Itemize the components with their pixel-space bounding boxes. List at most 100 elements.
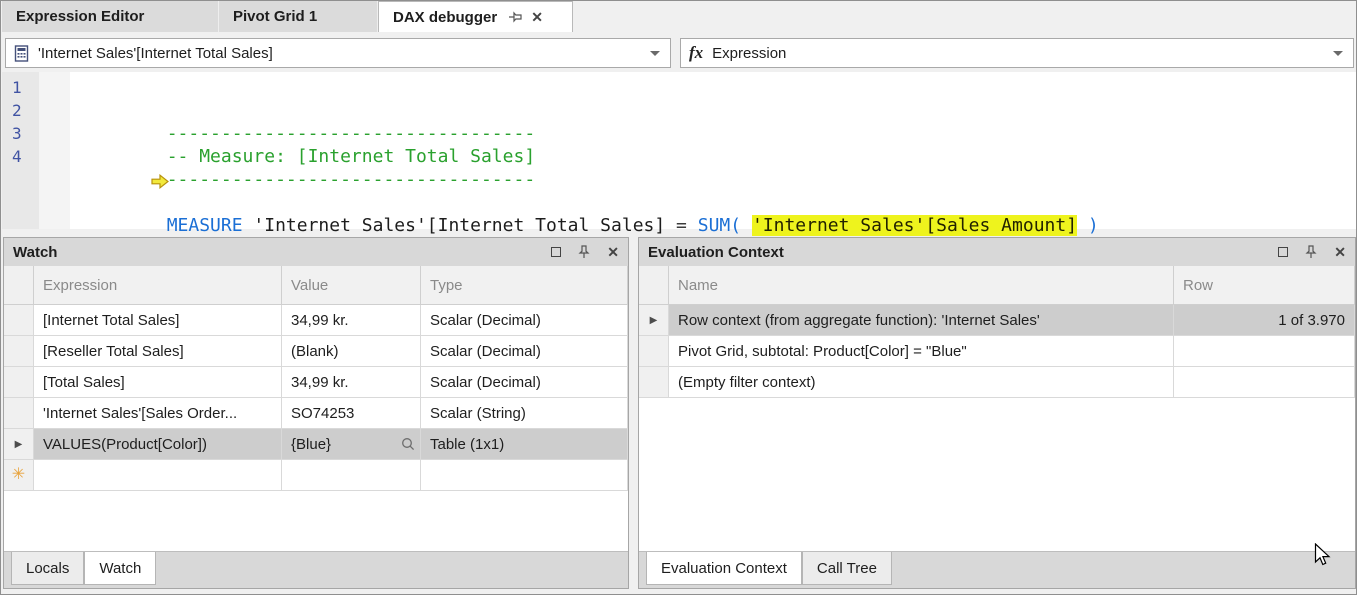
watch-panel-tabstrip: Locals Watch — [4, 551, 628, 588]
watch-value-text: {Blue} — [291, 436, 331, 453]
close-icon[interactable]: ✕ — [1334, 244, 1346, 261]
watch-row[interactable]: [Total Sales] 34,99 kr. Scalar (Decimal) — [4, 367, 628, 398]
close-icon[interactable]: ✕ — [531, 9, 543, 26]
evaluation-context-title: Evaluation Context — [648, 244, 784, 261]
watch-window-icons: ✕ — [551, 244, 619, 261]
column-header-row[interactable]: Row — [1174, 266, 1355, 304]
current-row-arrow-icon: ▶ — [650, 315, 658, 326]
watch-cell-value[interactable]: SO74253 — [282, 398, 421, 428]
dax-debugger-window: Expression Editor Pivot Grid 1 DAX debug… — [0, 0, 1357, 595]
evaluation-context-window-icons: ✕ — [1278, 244, 1346, 261]
measure-combobox-value: 'Internet Sales'[Internet Total Sales] — [38, 45, 273, 62]
comment-token: ---------------------------------- — [167, 169, 535, 190]
evaluation-context-titlebar[interactable]: Evaluation Context ✕ — [639, 238, 1355, 266]
current-statement-arrow-icon — [43, 149, 169, 218]
line-number: 4 — [12, 145, 38, 168]
highlighted-expression-token: 'Internet Sales'[Sales Amount] — [752, 215, 1077, 236]
tab-evaluation-context[interactable]: Evaluation Context — [646, 552, 802, 585]
maximize-icon[interactable] — [551, 247, 561, 257]
watch-panel: Watch ✕ Expression Value Type [Internet … — [3, 237, 629, 589]
watch-cell-expression[interactable]: 'Internet Sales'[Sales Order... — [34, 398, 282, 428]
code-line-3: 3 ---------------------------------- — [2, 122, 1357, 145]
column-header-type[interactable]: Type — [421, 266, 628, 304]
watch-cell-expression[interactable]: VALUES(Product[Color]) — [34, 429, 282, 459]
watch-titlebar[interactable]: Watch ✕ — [4, 238, 628, 266]
watch-row[interactable]: [Internet Total Sales] 34,99 kr. Scalar … — [4, 305, 628, 336]
watch-cell-expression[interactable]: [Reseller Total Sales] — [34, 336, 282, 366]
watch-grid-header: Expression Value Type — [4, 266, 628, 305]
watch-row-selected[interactable]: ▶ VALUES(Product[Color]) {Blue} Table (1… — [4, 429, 628, 460]
calculator-icon — [14, 45, 29, 62]
evaluation-grid-header: Name Row — [639, 266, 1355, 305]
watch-cell-type — [421, 460, 628, 490]
tab-expression-editor[interactable]: Expression Editor — [2, 1, 219, 32]
fx-icon: fx — [689, 43, 703, 63]
watch-cell-type: Scalar (Decimal) — [421, 305, 628, 335]
new-row-star-icon: ✳ — [12, 467, 25, 483]
row-indicator: ▶ — [4, 429, 34, 459]
evaluation-cell-name[interactable]: (Empty filter context) — [669, 367, 1174, 397]
tab-dax-debugger[interactable]: DAX debugger ✕ — [378, 1, 573, 32]
column-header-name[interactable]: Name — [669, 266, 1174, 304]
watch-new-row[interactable]: ✳ — [4, 460, 628, 491]
measure-combobox[interactable]: 'Internet Sales'[Internet Total Sales] — [5, 38, 671, 68]
tab-pivot-grid-1[interactable]: Pivot Grid 1 — [219, 1, 378, 32]
document-tabstrip: Expression Editor Pivot Grid 1 DAX debug… — [2, 1, 1356, 32]
watch-row[interactable]: [Reseller Total Sales] (Blank) Scalar (D… — [4, 336, 628, 367]
watch-cell-value[interactable] — [282, 460, 421, 490]
row-indicator — [4, 398, 34, 428]
close-icon[interactable]: ✕ — [607, 244, 619, 261]
chevron-down-icon[interactable] — [1333, 51, 1343, 56]
row-indicator — [639, 336, 669, 366]
row-indicator: ▶ — [639, 305, 669, 335]
watch-cell-value[interactable]: 34,99 kr. — [282, 305, 421, 335]
tab-watch[interactable]: Watch — [84, 552, 156, 585]
magnifier-icon[interactable] — [401, 437, 415, 451]
pin-icon[interactable] — [508, 11, 522, 23]
watch-cell-value[interactable]: 34,99 kr. — [282, 367, 421, 397]
code-lines: 1 ---------------------------------- 2 -… — [2, 76, 1357, 168]
tab-icon-group: ✕ — [509, 9, 543, 26]
evaluation-cell-name[interactable]: Row context (from aggregate function): '… — [669, 305, 1174, 335]
watch-cell-expression[interactable]: [Internet Total Sales] — [34, 305, 282, 335]
watch-cell-expression[interactable] — [34, 460, 282, 490]
expression-combobox[interactable]: fx Expression — [680, 38, 1354, 68]
mouse-cursor — [1314, 543, 1334, 572]
row-indicator — [639, 367, 669, 397]
row-indicator — [4, 305, 34, 335]
watch-cell-type: Scalar (Decimal) — [421, 336, 628, 366]
dax-code-editor[interactable]: 1 ---------------------------------- 2 -… — [2, 72, 1357, 229]
watch-row[interactable]: 'Internet Sales'[Sales Order... SO74253 … — [4, 398, 628, 429]
evaluation-row[interactable]: Pivot Grid, subtotal: Product[Color] = "… — [639, 336, 1355, 367]
watch-cell-type: Table (1x1) — [421, 429, 628, 459]
column-header-value[interactable]: Value — [282, 266, 421, 304]
keyword-token: MEASURE — [167, 215, 243, 236]
watch-cell-value[interactable]: {Blue} — [282, 429, 421, 459]
watch-cell-expression[interactable]: [Total Sales] — [34, 367, 282, 397]
paren-token: ) — [1088, 215, 1099, 236]
pin-icon[interactable] — [578, 245, 590, 259]
evaluation-row[interactable]: (Empty filter context) — [639, 367, 1355, 398]
evaluation-row-selected[interactable]: ▶ Row context (from aggregate function):… — [639, 305, 1355, 336]
watch-title: Watch — [13, 244, 57, 261]
tab-call-tree[interactable]: Call Tree — [802, 552, 892, 585]
evaluation-cell-name[interactable]: Pivot Grid, subtotal: Product[Color] = "… — [669, 336, 1174, 366]
line-number: 1 — [12, 76, 38, 99]
maximize-icon[interactable] — [1278, 247, 1288, 257]
tab-pivot-grid-1-label: Pivot Grid 1 — [233, 8, 317, 25]
watch-cell-type: Scalar (String) — [421, 398, 628, 428]
evaluation-cell-row — [1174, 367, 1355, 397]
code-line-1: 1 ---------------------------------- — [2, 76, 1357, 99]
watch-cell-value[interactable]: (Blank) — [282, 336, 421, 366]
code-line-4: 4 MEASURE 'Internet Sales'[Internet Tota… — [2, 145, 1357, 168]
pin-icon[interactable] — [1305, 245, 1317, 259]
tab-locals[interactable]: Locals — [11, 552, 84, 585]
indicator-column-header — [4, 266, 34, 304]
reference-token: 'Internet Sales'[Internet Total Sales] — [243, 215, 676, 236]
watch-cell-type: Scalar (Decimal) — [421, 367, 628, 397]
column-header-expression[interactable]: Expression — [34, 266, 282, 304]
chevron-down-icon[interactable] — [650, 51, 660, 56]
line-number: 3 — [12, 122, 38, 145]
tab-expression-editor-label: Expression Editor — [16, 8, 144, 25]
row-indicator — [4, 336, 34, 366]
